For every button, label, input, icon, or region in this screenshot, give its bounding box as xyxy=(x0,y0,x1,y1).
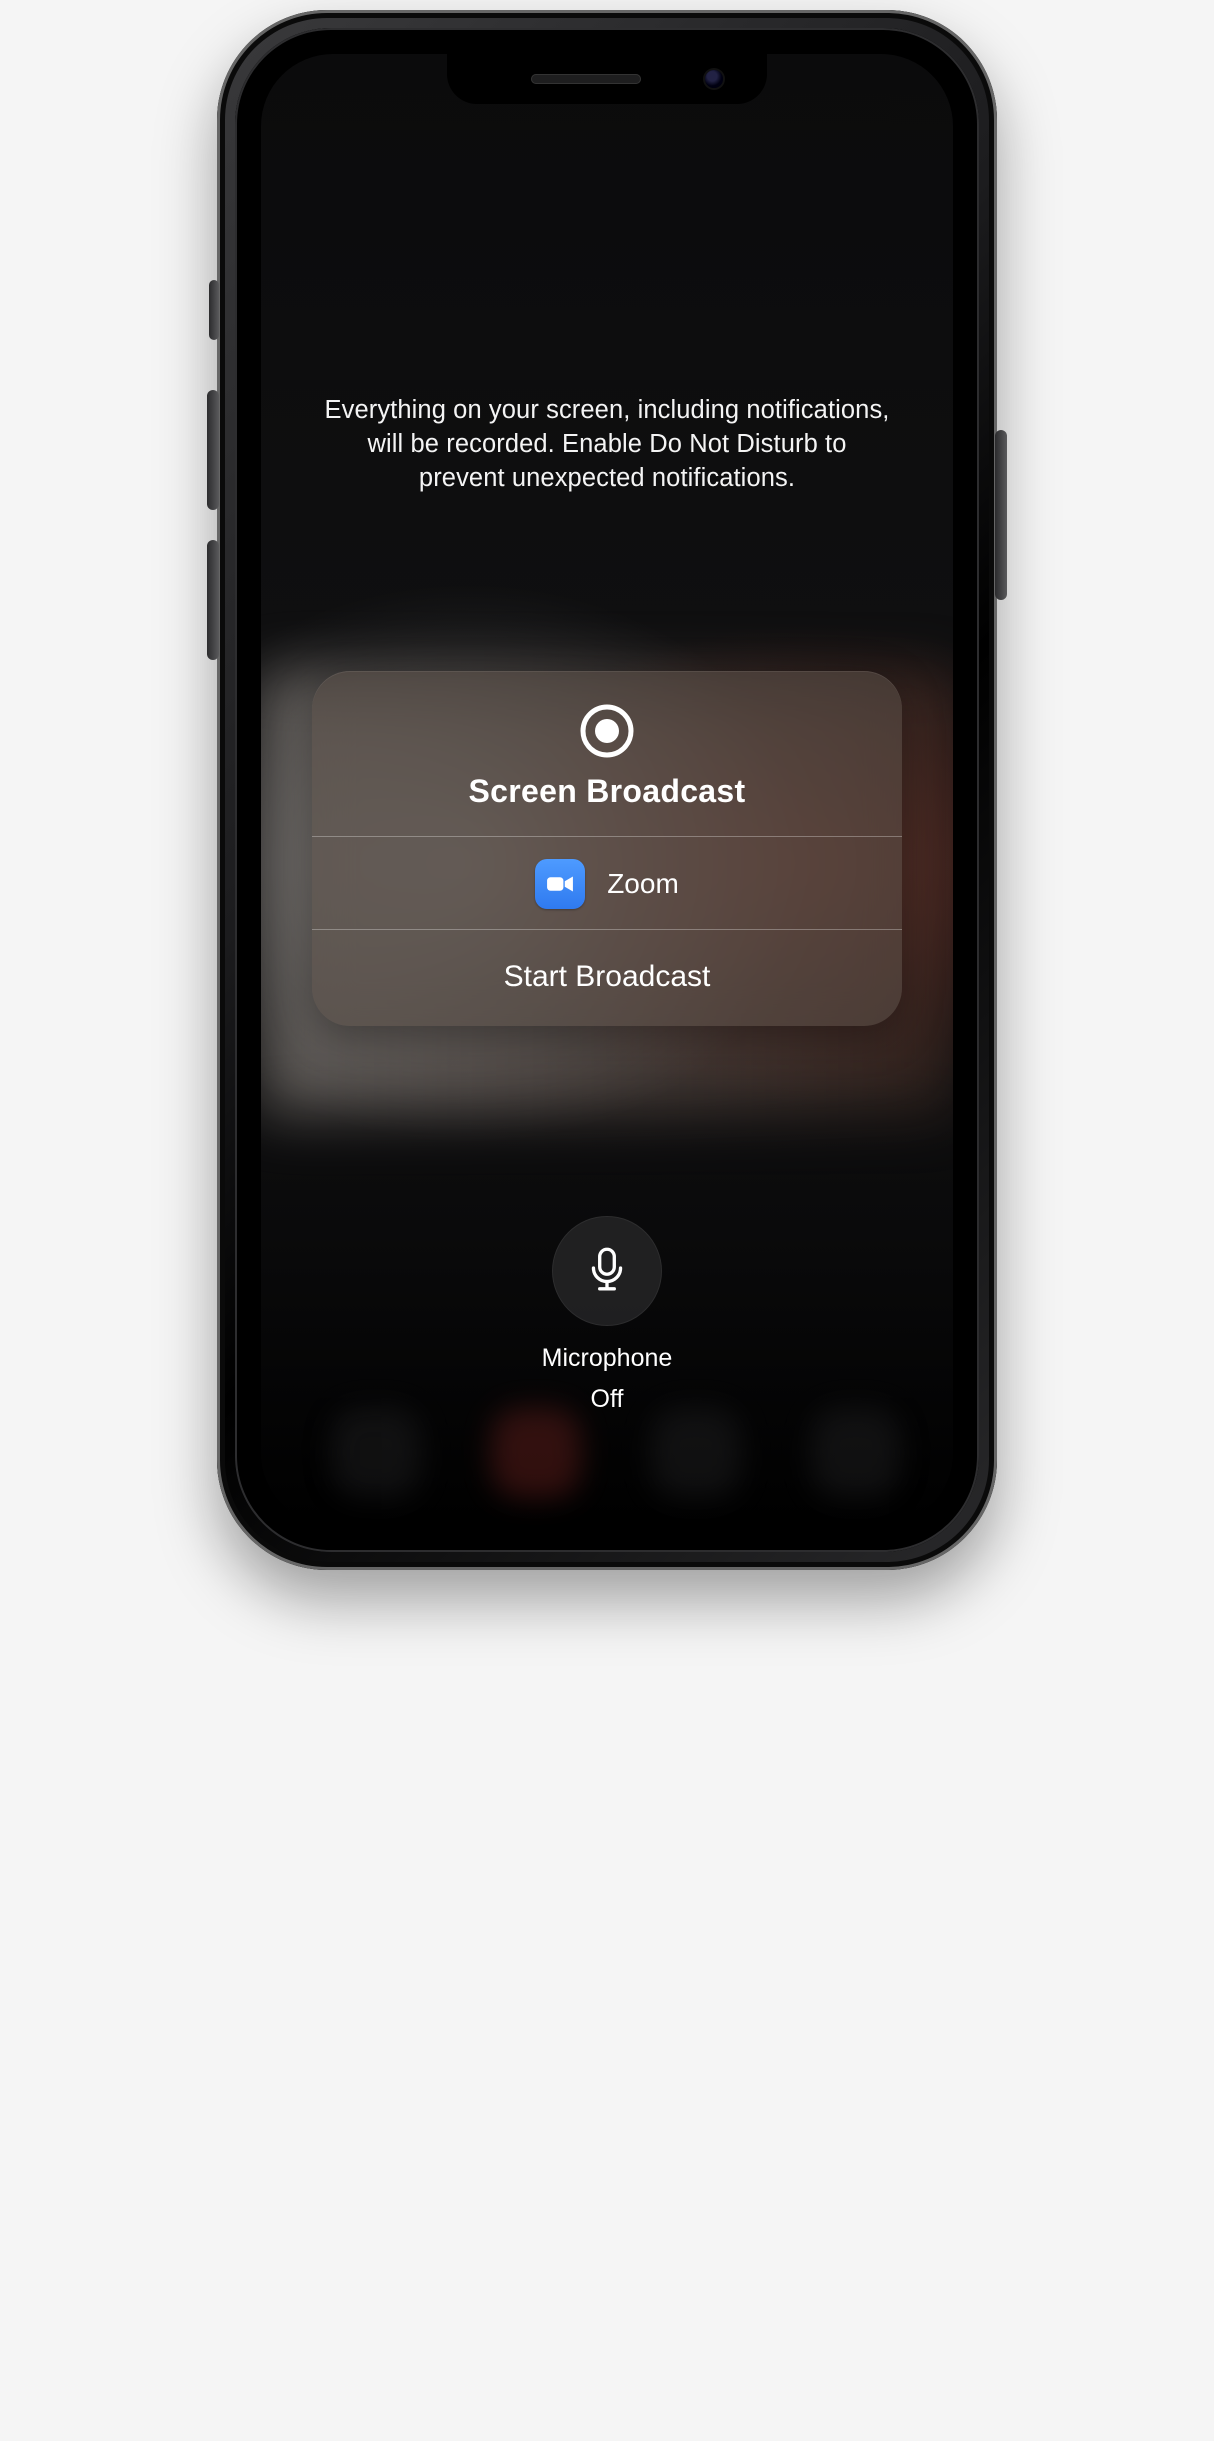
start-broadcast-button[interactable]: Start Broadcast xyxy=(312,930,902,1026)
speaker-grill xyxy=(531,74,641,84)
broadcast-picker-card: Screen Broadcast Zoom Start Broadcast xyxy=(312,671,902,1026)
microphone-icon xyxy=(582,1243,632,1298)
front-camera xyxy=(705,70,723,88)
mute-switch[interactable] xyxy=(209,280,219,340)
microphone-state: Off xyxy=(591,1385,624,1414)
screen-broadcast-title: Screen Broadcast xyxy=(469,773,746,810)
screen: Everything on your screen, including not… xyxy=(261,54,953,1526)
screen-broadcast-header[interactable]: Screen Broadcast xyxy=(312,671,902,836)
broadcast-app-row-zoom[interactable]: Zoom xyxy=(312,837,902,929)
zoom-icon xyxy=(535,859,585,909)
volume-down-button[interactable] xyxy=(207,540,219,660)
device-notch xyxy=(447,54,767,104)
power-button[interactable] xyxy=(995,430,1007,600)
volume-up-button[interactable] xyxy=(207,390,219,510)
recording-warning-text: Everything on your screen, including not… xyxy=(322,394,892,496)
microphone-toggle-button[interactable] xyxy=(552,1216,662,1326)
broadcast-app-name: Zoom xyxy=(607,868,679,900)
record-icon xyxy=(579,703,635,759)
start-broadcast-label: Start Broadcast xyxy=(504,960,711,993)
device-frame: Everything on your screen, including not… xyxy=(217,10,997,1570)
microphone-label: Microphone xyxy=(542,1344,673,1373)
